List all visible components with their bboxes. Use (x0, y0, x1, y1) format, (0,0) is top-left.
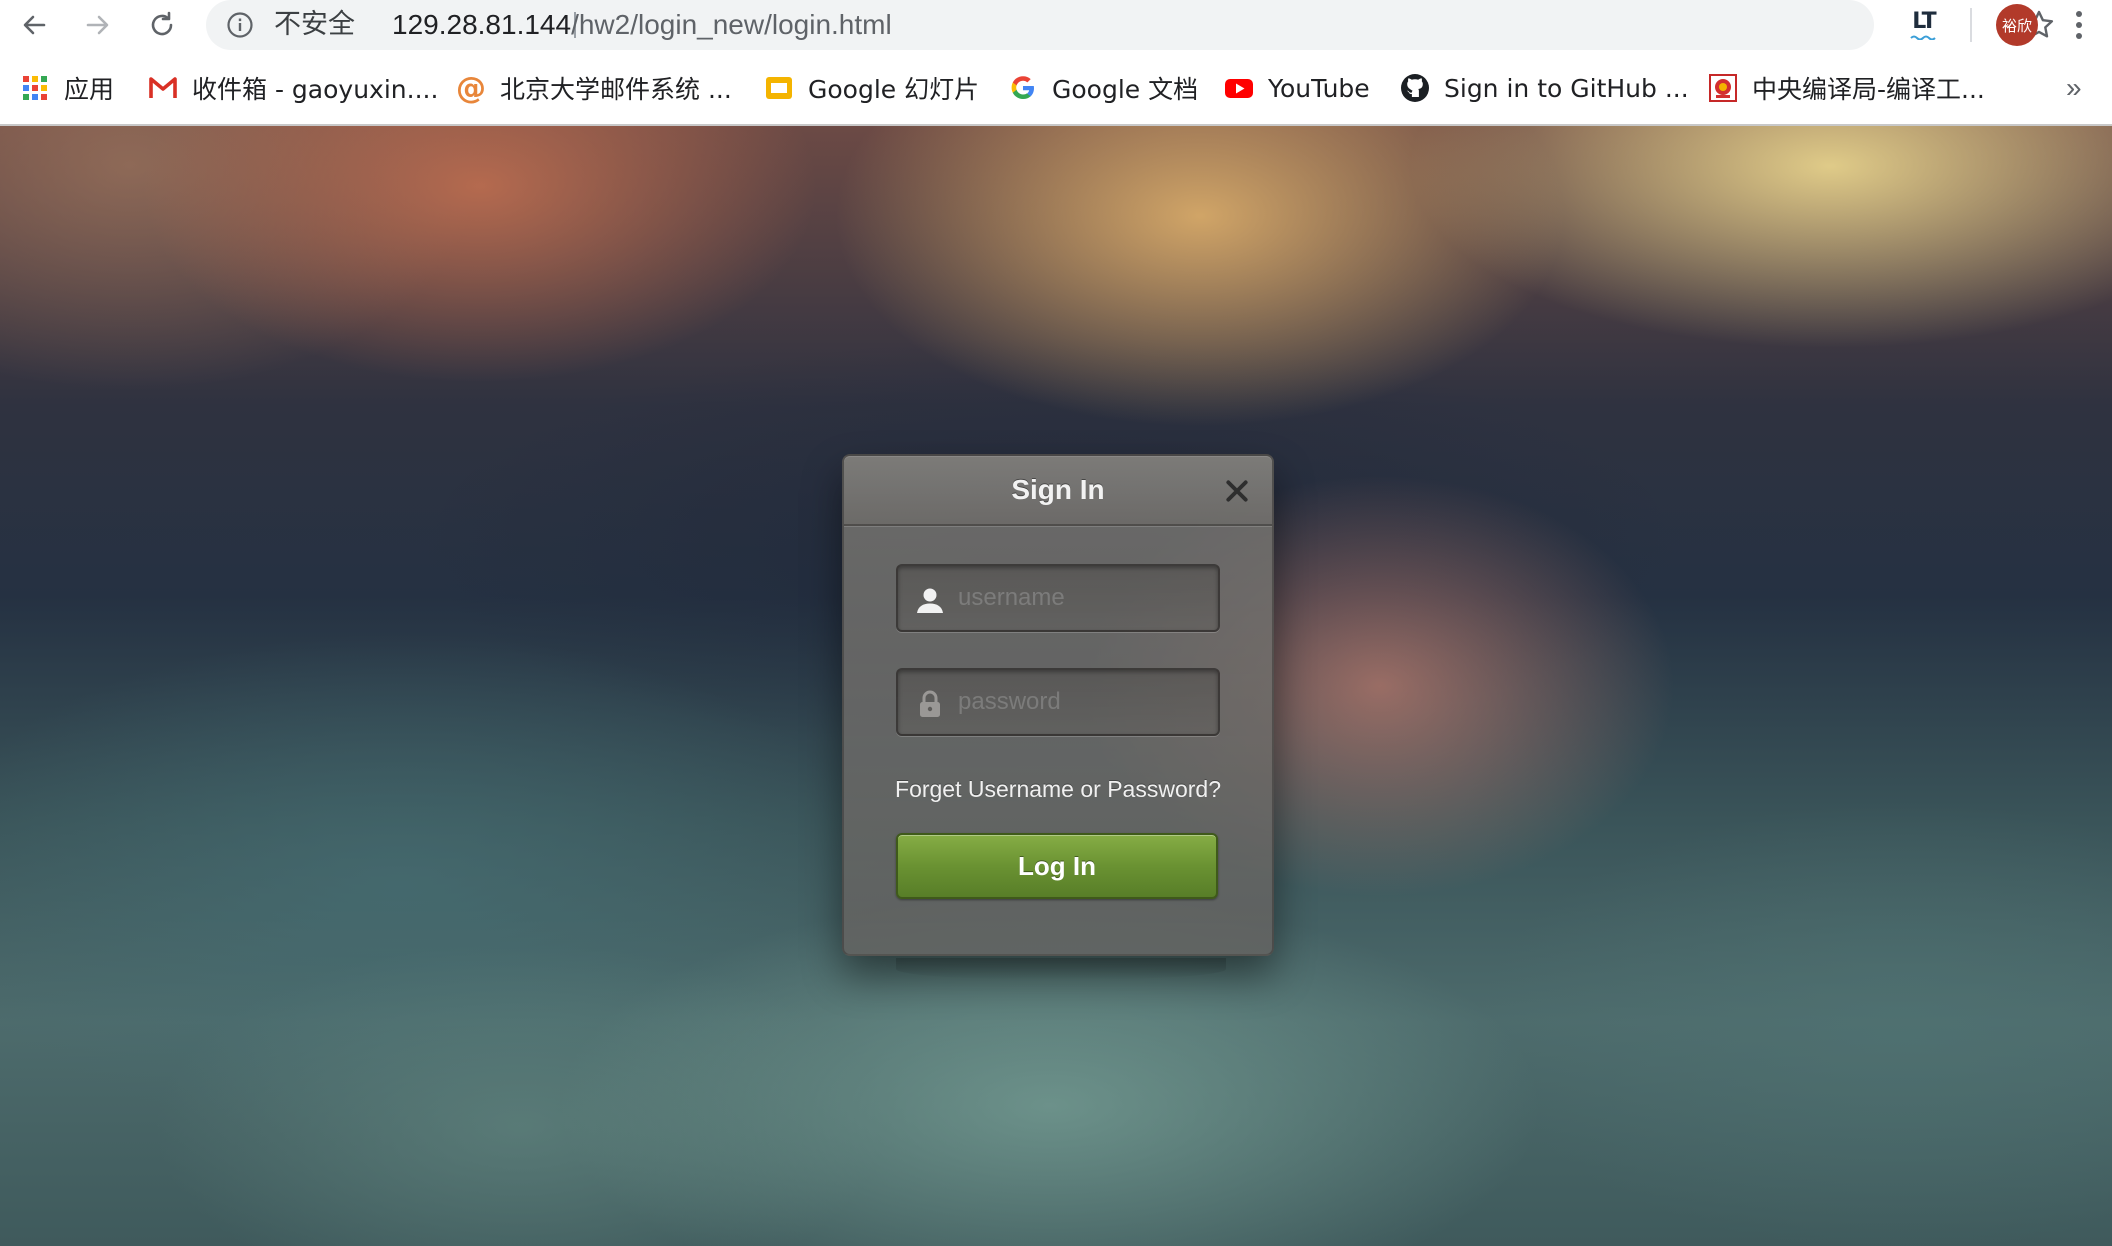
browser-toolbar: 不安全 129.28.81.144/hw2/login_new/login.ht… (0, 0, 2112, 50)
menu-dot (2076, 11, 2082, 17)
dialog-header: Sign In (844, 456, 1272, 526)
url-path: /hw2/login_new/login.html (571, 9, 892, 40)
bookmarks-bar: 应用 收件箱 - gaoyuxin.... @ 北京大学邮件系统 ... Goo… (0, 62, 2112, 114)
lock-icon (920, 690, 940, 717)
menu-dot (2076, 22, 2082, 28)
back-arrow-icon (23, 15, 46, 35)
address-bar[interactable]: 不安全 129.28.81.144/hw2/login_new/login.ht… (206, 0, 2054, 50)
apps-grid-icon (20, 73, 50, 103)
profile-avatar[interactable]: 裕欣 (1996, 4, 2038, 46)
gmail-icon (148, 73, 178, 103)
bookmark-label: Google 幻灯片 (808, 75, 980, 104)
page-background: Sign In Forget Username or Password? Log… (0, 126, 2112, 1246)
security-label[interactable]: 不安全 (274, 8, 355, 42)
info-icon[interactable] (226, 11, 254, 39)
close-button[interactable] (1222, 476, 1252, 506)
bookmark-youtube[interactable]: YouTube (1224, 62, 1370, 114)
username-input[interactable] (958, 576, 1208, 620)
username-field[interactable] (896, 564, 1220, 632)
url-host: 129.28.81.144 (392, 9, 572, 40)
login-dialog: Sign In Forget Username or Password? Log… (842, 454, 1274, 956)
bookmark-pku-mail[interactable]: @ 北京大学邮件系统 ... (456, 62, 732, 114)
dialog-title: Sign In (1011, 474, 1105, 505)
password-field[interactable] (896, 668, 1220, 736)
url-text[interactable]: 129.28.81.144/hw2/login_new/login.html (392, 8, 892, 42)
youtube-icon (1224, 73, 1254, 103)
bookmark-label: YouTube (1268, 73, 1370, 103)
reload-button[interactable] (142, 5, 182, 45)
forgot-credentials-link[interactable]: Forget Username or Password? (844, 776, 1272, 803)
bookmark-label: 中央编译局-编译工... (1752, 75, 1985, 104)
bookmark-label: 收件箱 - gaoyuxin.... (192, 75, 439, 104)
github-icon (1400, 73, 1430, 103)
google-slides-icon (764, 73, 794, 103)
forward-arrow-icon (86, 15, 109, 35)
bookmark-emblem-icon (1708, 73, 1738, 103)
bookmark-label: 应用 (64, 75, 115, 104)
extension-label: LT (1912, 8, 1936, 34)
login-button[interactable]: Log In (896, 833, 1218, 899)
password-input[interactable] (958, 680, 1208, 724)
bookmark-google-docs[interactable]: Google 文档 (1008, 62, 1198, 114)
bookmark-label: Google 文档 (1052, 75, 1199, 104)
reload-icon (151, 11, 173, 36)
user-icon (917, 588, 943, 613)
bookmark-label: 北京大学邮件系统 ... (500, 75, 732, 104)
bookmark-gmail[interactable]: 收件箱 - gaoyuxin.... (148, 62, 438, 114)
languagetool-extension-icon[interactable]: LT (1905, 6, 1943, 44)
google-g-icon (1008, 73, 1038, 103)
bookmark-label: Sign in to GitHub ... (1444, 73, 1689, 103)
bookmark-github[interactable]: Sign in to GitHub ... (1400, 62, 1689, 114)
bookmark-google-slides[interactable]: Google 幻灯片 (764, 62, 979, 114)
bookmark-apps[interactable]: 应用 (20, 62, 114, 114)
wave-icon (1910, 35, 1936, 40)
forward-button[interactable] (78, 5, 118, 45)
at-sign-icon: @ (456, 70, 486, 106)
bookmarks-overflow-button[interactable]: » (2066, 62, 2082, 114)
menu-dot (2076, 33, 2082, 39)
dialog-shadow (896, 958, 1226, 980)
bookmark-cctb[interactable]: 中央编译局-编译工... (1708, 62, 1985, 114)
close-icon (1226, 480, 1248, 502)
toolbar-divider (1970, 8, 1972, 42)
browser-menu-button[interactable] (2068, 6, 2090, 44)
back-button[interactable] (14, 5, 54, 45)
